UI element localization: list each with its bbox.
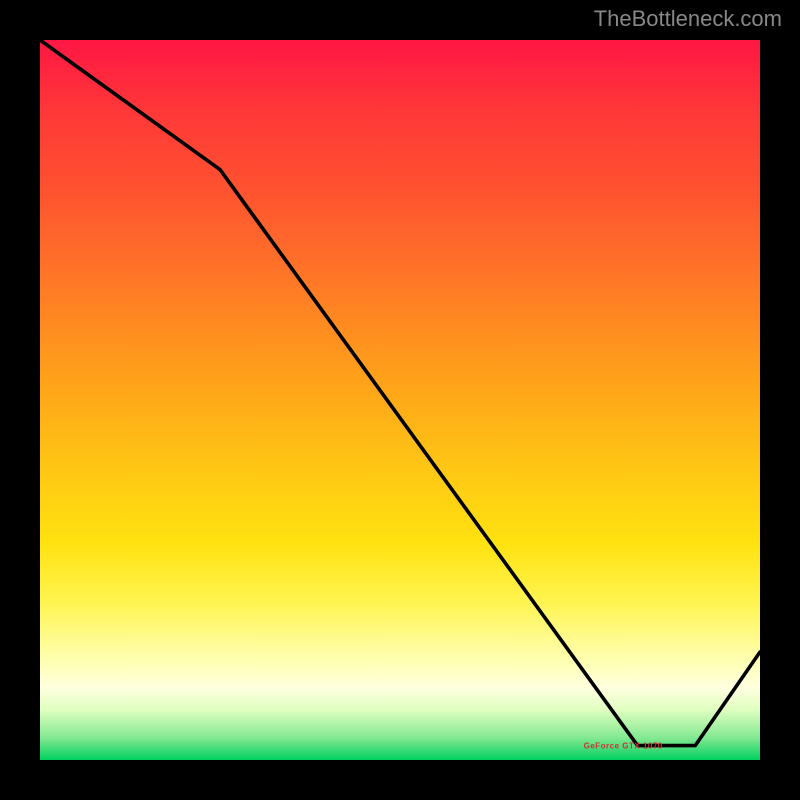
annotation-optimum-label: GeForce GTX 1070 bbox=[584, 741, 663, 750]
chart-plot-area: GeForce GTX 1070 bbox=[40, 40, 760, 760]
chart-line-svg bbox=[40, 40, 760, 760]
chart-line bbox=[40, 40, 760, 746]
attribution-text: TheBottleneck.com bbox=[594, 6, 782, 32]
